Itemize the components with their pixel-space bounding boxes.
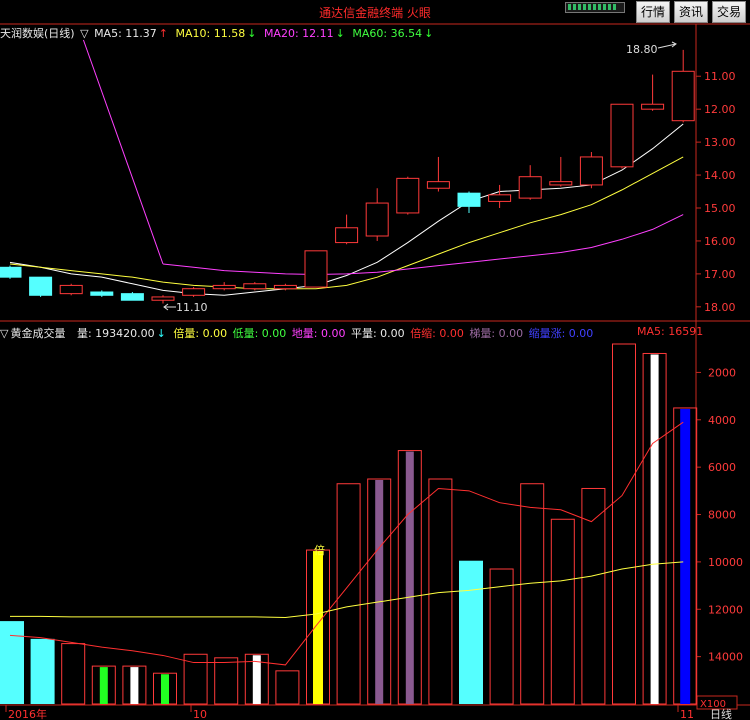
price-tick-label: 13.00 [704,136,736,149]
price-tick-label: 16.00 [704,235,736,248]
shrink-rise-value: 缩量涨: 0.00 [528,327,594,340]
volume-bar [275,670,300,705]
price-tick-label: 12.00 [704,103,736,116]
volume-bar [550,518,575,705]
x-axis-label: 11 [680,708,694,720]
dropdown-triangle-icon[interactable]: ▽ [0,327,8,340]
volume-tick-label: 2000 [708,366,736,379]
candle-body [549,181,573,186]
volume-bar [336,483,361,705]
volume-bar-marker [161,674,169,704]
volume-bar [581,487,606,705]
price-legend: 天润数娱(日线) ▽ MA5: 11.37 ↑ MA10: 11.58 ↓ MA20… [0,25,437,41]
volume-bar-marker [405,451,414,704]
volume-ma5-label: MA5: 16591 [637,325,704,338]
flat-volume-value: 平量: 0.00 [350,327,405,340]
volume-bar-marker [375,480,384,704]
candle-body [426,181,450,189]
ma20-line [162,214,684,276]
volume-bar [489,568,514,705]
double-shrink-value: 倍缩: 0.00 [410,327,464,340]
volume-bar-marker [252,655,261,704]
volume-tick-label: 14000 [708,651,743,664]
ma20-indicator: MA20: 12.11 ↓ [263,27,345,40]
kline-chart[interactable]: 18.00 17.00 16.00 15.00 14.00 13.00 12.00 11.00… [0,0,750,720]
volume-tick-label: 8000 [708,509,736,522]
high-arrow-icon [657,41,677,49]
candle-body [365,202,389,237]
volume-bar [214,657,239,705]
candle-body [671,70,695,122]
price-tick-label: 15.00 [704,202,736,215]
volume-legend: ▽ 黄金成交量 量: 193420.00 ↓ 倍量: 0.00 低量: 0.00 地… [0,325,595,341]
volume-bar [0,621,24,704]
candle-body [488,194,512,202]
volume-tick-label: 6000 [708,461,736,474]
candle-body [212,284,236,290]
volume-bar-marker [130,667,139,704]
low-price-label: 11.10 [176,301,208,314]
step-volume-value: 梯量: 0.00 [469,327,524,340]
low-arrow-icon [163,303,176,311]
price-tick-label: 17.00 [704,268,736,281]
volume-bar [520,483,545,705]
candle-body [457,192,481,207]
period-label: 日线 [710,707,732,720]
candle-body [0,266,22,278]
volume-value: 量: 193420.00 ↓ [76,327,166,340]
volume-bar-marker [99,667,108,704]
candle-body [90,291,114,296]
volume-bar-marker [650,354,659,704]
double-volume-marker: 倍 [314,543,325,557]
volume-bar-marker [680,408,691,704]
stock-name[interactable]: 天润数娱(日线) [0,27,75,40]
volume-indicator-name[interactable]: 黄金成交量 [10,327,65,340]
ma20-line-segment [82,39,164,265]
candle-body [273,284,297,290]
volume-tick-label: 10000 [708,556,743,569]
ground-volume-value: 地量: 0.00 [291,327,346,340]
volume-bar [183,653,208,705]
volume-bar [61,643,86,705]
double-volume-value: 倍量: 0.00 [173,327,228,340]
volume-tick-label: 12000 [708,603,743,616]
volume-bar [459,560,483,704]
ma10-indicator: MA10: 11.58 ↓ [175,27,257,40]
candle-body [579,156,603,186]
candle-body [641,103,665,110]
x-axis-label: 10 [193,708,207,720]
price-tick-label: 11.00 [704,70,736,83]
candle-body [610,103,634,168]
ma5-indicator: MA5: 11.37 ↑ [94,27,168,40]
candle-body [396,177,420,214]
candle-body [120,293,144,301]
ma60-indicator: MA60: 36.54 ↓ [352,27,434,40]
price-tick-label: 14.00 [704,169,736,182]
ma5-line [9,123,684,296]
candle-body [182,288,206,296]
candle-body [518,176,542,199]
high-price-label: 18.80 [626,43,658,56]
low-volume-value: 低量: 0.00 [232,327,287,340]
candle-body [59,284,83,295]
candle-body [151,296,175,301]
candle-body [243,283,267,290]
price-tick-label: 18.00 [704,301,736,314]
volume-tick-label: 4000 [708,414,736,427]
candle-body [335,227,359,244]
candle-body [304,250,328,288]
volume-bar [30,638,55,704]
candle-body [29,276,53,296]
dropdown-triangle-icon[interactable]: ▽ [80,27,88,40]
x-axis-label: 2016年 [8,707,47,720]
volume-bar [612,343,636,705]
